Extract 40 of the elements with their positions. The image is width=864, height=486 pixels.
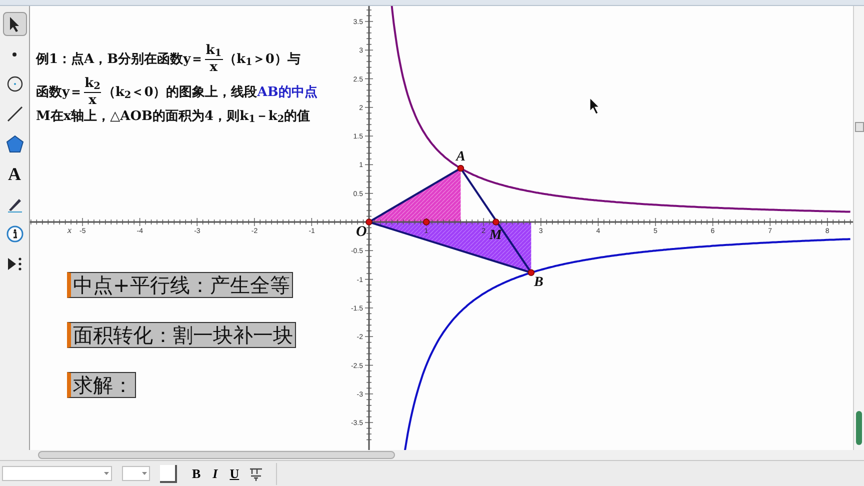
point-label: M bbox=[489, 228, 502, 244]
problem-text: （k$_{1}$＞0）与 bbox=[224, 50, 300, 70]
problem-text: （k$_{2}$＜0）的图象上，线段 bbox=[102, 84, 258, 102]
text-tool-button[interactable]: A bbox=[2, 162, 26, 186]
point-label: O bbox=[356, 224, 367, 240]
caret-icon bbox=[104, 472, 109, 475]
point-tool-icon bbox=[12, 52, 17, 56]
color-swatch[interactable] bbox=[160, 464, 177, 482]
point-marker[interactable] bbox=[457, 164, 464, 172]
compass-tool-icon bbox=[4, 74, 24, 94]
point-label: B bbox=[534, 275, 544, 290]
info-icon bbox=[4, 224, 24, 244]
tool-button[interactable] bbox=[2, 12, 26, 36]
caption-label[interactable]: 求解： bbox=[67, 372, 136, 398]
slider-thumb[interactable] bbox=[856, 411, 862, 445]
caption-label[interactable]: 中点+平行线：产生全等 bbox=[67, 272, 293, 298]
underline-button[interactable]: U bbox=[226, 464, 242, 484]
caption-label[interactable]: 面积转化：割一块补一块 bbox=[67, 322, 296, 348]
math-symbol-icon bbox=[249, 466, 264, 482]
fraction: k$_{2}$ x bbox=[84, 76, 102, 109]
math-format-button[interactable] bbox=[248, 466, 264, 482]
polygon-tool-icon bbox=[4, 134, 24, 154]
point-label: A bbox=[456, 149, 466, 164]
italic-button[interactable]: I bbox=[210, 464, 221, 484]
problem-text: 例1：点A，B分别在函数y＝ bbox=[36, 50, 204, 69]
axis-name: x bbox=[68, 225, 72, 235]
bold-button[interactable]: B bbox=[189, 464, 204, 484]
line-tool-icon bbox=[4, 104, 24, 124]
problem-text: AB的中点 bbox=[257, 84, 318, 102]
problem-text: M在x轴上，△AOB的面积为4，则k$_{1}$－k$_{2}$的值 bbox=[36, 108, 310, 126]
point-marker[interactable] bbox=[422, 218, 430, 226]
point-marker[interactable] bbox=[492, 218, 500, 226]
scrollbar-thumb[interactable] bbox=[38, 451, 395, 459]
point-marker[interactable] bbox=[528, 269, 535, 276]
problem-text: 函数y＝ bbox=[36, 84, 83, 102]
scrollbar-thumb[interactable] bbox=[855, 122, 864, 132]
caret-icon bbox=[142, 472, 147, 475]
fraction: k$_{1}$ x bbox=[204, 43, 222, 76]
point-marker[interactable] bbox=[366, 218, 372, 226]
cursor-icon bbox=[590, 97, 600, 114]
